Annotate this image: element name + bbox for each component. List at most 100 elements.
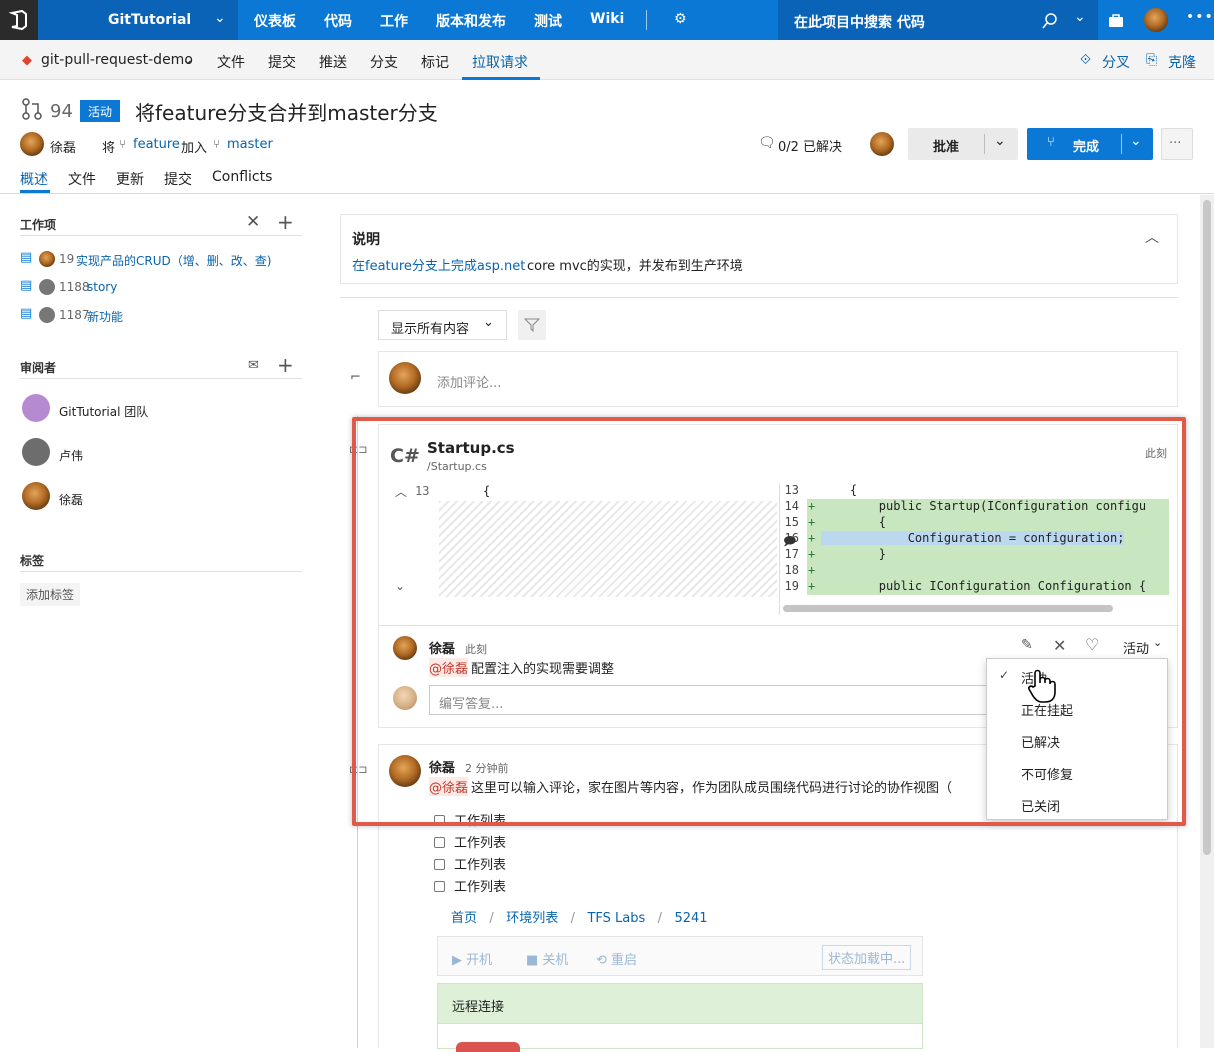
subnav-tags[interactable]: 标记 (421, 52, 449, 72)
add-reviewer-icon[interactable]: + (277, 353, 294, 377)
workitem[interactable]: ▤ 1187 新功能 (20, 306, 300, 324)
tab-updates[interactable]: 更新 (116, 169, 144, 189)
unassigned-avatar (39, 279, 55, 295)
merge-prefix: 将 (102, 141, 116, 156)
top-right-tools: ••• (1098, 0, 1214, 40)
reviewers-title: 审阅者 (20, 361, 57, 375)
comment-input-card: 添加评论... (378, 351, 1178, 407)
fork-button[interactable]: 分叉 (1102, 52, 1130, 72)
description-title: 说明 (352, 232, 380, 248)
checklist-checkbox[interactable] (434, 837, 445, 848)
shopping-bag-icon[interactable] (1108, 13, 1124, 27)
tags-title: 标签 (20, 554, 45, 568)
add-comment-icon[interactable]: ⌐ (350, 370, 361, 385)
tab-commits[interactable]: 提交 (164, 169, 192, 189)
repo-selector[interactable]: git-pull-request-demo (41, 52, 193, 68)
complete-chevron-icon[interactable]: ⌄ (1130, 133, 1142, 149)
subnav-pushes[interactable]: 推送 (319, 52, 347, 72)
search-box[interactable]: 在此项目中搜索 代码 ⌄ (778, 0, 1098, 40)
filter-label: 显示所有内容 (391, 322, 470, 337)
nav-divider (646, 10, 647, 30)
pr-title: 将feature分支合并到master分支 (135, 101, 438, 125)
close-icon[interactable]: ✕ (246, 212, 260, 232)
add-comment-input[interactable]: 添加评论... (437, 372, 501, 391)
subnav-commits[interactable]: 提交 (268, 52, 296, 72)
fork-icon: ⟐ (1080, 52, 1092, 68)
nav-dashboard[interactable]: 仪表板 (254, 11, 296, 31)
page-scrollbar[interactable] (1203, 200, 1211, 855)
nav-test[interactable]: 测试 (534, 11, 562, 31)
remote-panel: 远程连接 (437, 983, 923, 1052)
highlight-annotation (352, 417, 1186, 826)
reviewer-name[interactable]: 卢伟 (59, 447, 83, 464)
checklist-label: 工作列表 (454, 858, 507, 873)
tab-overview[interactable]: 概述 (20, 169, 48, 189)
story-icon: ▤ (20, 278, 33, 293)
breadcrumb-env[interactable]: 环境列表 (506, 911, 558, 926)
tab-files[interactable]: 文件 (68, 169, 96, 189)
more-icon: ··· (1169, 136, 1182, 151)
power-on-button[interactable]: ▶ 开机 (452, 949, 492, 968)
search-chevron-icon[interactable]: ⌄ (1074, 9, 1086, 25)
workitem[interactable]: ▤ 1188 story (20, 278, 300, 296)
workitems-title: 工作项 (20, 218, 57, 232)
target-branch-link[interactable]: master (227, 137, 273, 152)
nav-work[interactable]: 工作 (380, 11, 408, 31)
reviewer-name[interactable]: GitTutorial 团队 (59, 403, 148, 420)
complete-button[interactable]: ⑂ 完成 ⌄ (1027, 128, 1153, 160)
nav-code[interactable]: 代码 (324, 11, 352, 31)
workitem-title[interactable]: 新功能 (87, 308, 123, 325)
approve-label: 批准 (933, 140, 960, 155)
subnav-files[interactable]: 文件 (217, 52, 245, 72)
email-icon[interactable]: ✉ (248, 358, 259, 373)
repo-chevron-icon[interactable]: ⌄ (182, 52, 194, 68)
status-loading-button[interactable]: 状态加载中... (822, 945, 912, 970)
settings-gear-icon[interactable]: ⚙ (674, 11, 687, 27)
filter-chevron-icon: ⌄ (483, 315, 494, 330)
pr-id: 94 (50, 101, 73, 122)
checklist-checkbox[interactable] (434, 859, 445, 870)
filter-dropdown[interactable]: 显示所有内容 ⌄ (378, 310, 507, 340)
checklist-label: 工作列表 (454, 836, 507, 851)
breadcrumb-lab[interactable]: TFS Labs (587, 911, 645, 926)
breadcrumb-id[interactable]: 5241 (674, 911, 707, 926)
task-icon: ▤ (20, 250, 33, 265)
add-workitem-icon[interactable]: + (277, 210, 294, 234)
remote-connect-button[interactable] (456, 1042, 520, 1052)
workitem-id: 1187 (59, 308, 90, 322)
source-branch-link[interactable]: feature (133, 137, 180, 152)
clone-icon: ⎘ (1146, 52, 1158, 68)
description-text: core mvc的实现，并发布到生产环境 (527, 259, 743, 274)
user-avatar[interactable] (1144, 8, 1168, 32)
subnav-branches[interactable]: 分支 (370, 52, 398, 72)
workitem-title[interactable]: 实现产品的CRUD（增、删、改、查) (76, 252, 271, 269)
add-tag-button[interactable]: 添加标签 (20, 583, 81, 606)
collapse-chevron-icon[interactable]: ︿ (1145, 227, 1159, 247)
reviewer-name[interactable]: 徐磊 (59, 491, 83, 508)
checklist-checkbox[interactable] (434, 881, 445, 892)
breadcrumb-home[interactable]: 首页 (451, 911, 477, 926)
subnav-pull-requests[interactable]: 拉取请求 (472, 52, 528, 72)
approve-button[interactable]: 批准 ⌄ (908, 128, 1018, 160)
nav-releases[interactable]: 版本和发布 (436, 11, 506, 31)
workitem[interactable]: ▤ 19 实现产品的CRUD（增、删、改、查) (20, 250, 300, 268)
team-avatar (22, 394, 50, 422)
more-actions-button[interactable]: ··· (1161, 128, 1193, 160)
power-off-button[interactable]: ■ 关机 (526, 949, 568, 968)
feature-icon: ▤ (20, 306, 33, 321)
nav-wiki[interactable]: Wiki (590, 11, 624, 27)
azure-devops-logo-icon[interactable] (0, 0, 38, 40)
workitem-title[interactable]: story (87, 280, 117, 294)
approve-chevron-icon[interactable]: ⌄ (994, 133, 1006, 149)
search-icon (1042, 13, 1057, 29)
description-link[interactable]: 在feature分支上完成asp.net (352, 255, 525, 274)
restart-button[interactable]: ⟲ 重启 (596, 949, 637, 968)
tab-conflicts[interactable]: Conflicts (212, 169, 272, 185)
workitem-id: 1188 (59, 280, 90, 294)
project-selector[interactable]: GitTutorial ⌄ (38, 0, 238, 40)
more-options-icon[interactable]: ••• (1186, 9, 1214, 25)
complete-label: 完成 (1073, 140, 1100, 155)
filter-button[interactable] (518, 310, 546, 340)
project-name: GitTutorial (108, 12, 192, 28)
clone-button[interactable]: 克隆 (1168, 52, 1196, 72)
